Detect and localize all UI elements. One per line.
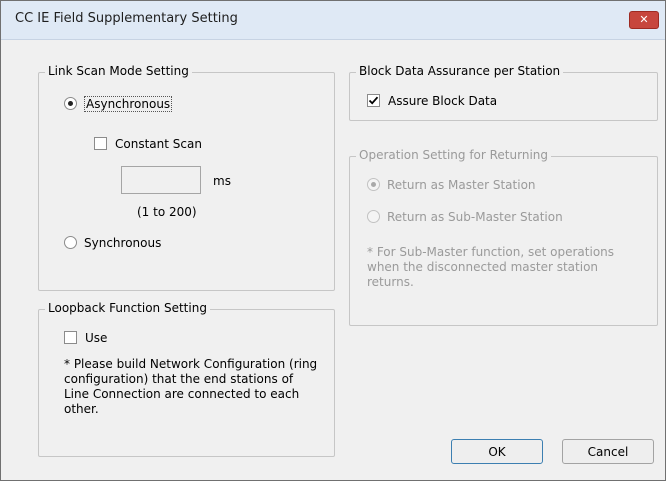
loopback-use-check-box[interactable] bbox=[64, 331, 77, 344]
return-master-radio[interactable]: Return as Master Station bbox=[367, 178, 536, 192]
cancel-button[interactable]: Cancel bbox=[562, 439, 654, 464]
loopback-note-line: configuration) that the end stations of bbox=[64, 372, 294, 386]
synchronous-radio[interactable]: Synchronous bbox=[64, 236, 161, 250]
returning-note-line: * For Sub-Master function, set operation… bbox=[367, 245, 615, 259]
return-submaster-label: Return as Sub-Master Station bbox=[387, 210, 563, 224]
asynchronous-radio-button[interactable] bbox=[64, 97, 77, 110]
synchronous-radio-button[interactable] bbox=[64, 236, 77, 249]
return-submaster-radio-button[interactable] bbox=[367, 210, 380, 223]
constant-scan-check-box[interactable] bbox=[94, 137, 107, 150]
window-title: CC IE Field Supplementary Setting bbox=[15, 11, 238, 26]
block-data-assurance-legend: Block Data Assurance per Station bbox=[356, 64, 564, 78]
returning-note: * For Sub-Master function, set operation… bbox=[367, 245, 614, 290]
constant-scan-label: Constant Scan bbox=[115, 137, 202, 151]
link-scan-mode-legend: Link Scan Mode Setting bbox=[45, 64, 192, 78]
range-label: (1 to 200) bbox=[137, 205, 197, 219]
synchronous-label: Synchronous bbox=[84, 236, 162, 250]
assure-block-data-check-box[interactable] bbox=[367, 94, 380, 107]
ms-unit-label: ms bbox=[213, 174, 231, 188]
return-master-label: Return as Master Station bbox=[387, 178, 536, 192]
loopback-use-label: Use bbox=[85, 331, 108, 345]
ok-button[interactable]: OK bbox=[451, 439, 543, 464]
return-submaster-radio[interactable]: Return as Sub-Master Station bbox=[367, 210, 563, 224]
assure-block-data-label: Assure Block Data bbox=[388, 94, 498, 108]
loopback-note-line: * Please build Network Configuration (ri… bbox=[64, 357, 318, 371]
title-bar[interactable]: CC IE Field Supplementary Setting ✕ bbox=[1, 1, 665, 40]
asynchronous-label: Asynchronous bbox=[84, 96, 173, 112]
loopback-use-checkbox[interactable]: Use bbox=[64, 331, 107, 345]
constant-scan-input[interactable] bbox=[121, 166, 201, 194]
close-button[interactable]: ✕ bbox=[629, 11, 659, 29]
operation-returning-legend: Operation Setting for Returning bbox=[356, 148, 552, 162]
loopback-note-line: other. bbox=[64, 402, 99, 416]
checkmark-icon bbox=[368, 96, 379, 105]
returning-note-line: when the disconnected master station bbox=[367, 260, 599, 274]
loopback-note: * Please build Network Configuration (ri… bbox=[64, 357, 317, 417]
loopback-function-legend: Loopback Function Setting bbox=[45, 301, 210, 315]
close-icon: ✕ bbox=[639, 13, 649, 26]
return-master-radio-button[interactable] bbox=[367, 178, 380, 191]
asynchronous-radio[interactable]: Asynchronous bbox=[64, 96, 173, 112]
returning-note-line: returns. bbox=[367, 275, 414, 289]
constant-scan-checkbox[interactable]: Constant Scan bbox=[94, 137, 202, 151]
loopback-note-line: Line Connection are connected to each bbox=[64, 387, 300, 401]
assure-block-data-checkbox[interactable]: Assure Block Data bbox=[367, 94, 497, 108]
dialog-window: CC IE Field Supplementary Setting ✕ Link… bbox=[0, 0, 666, 481]
